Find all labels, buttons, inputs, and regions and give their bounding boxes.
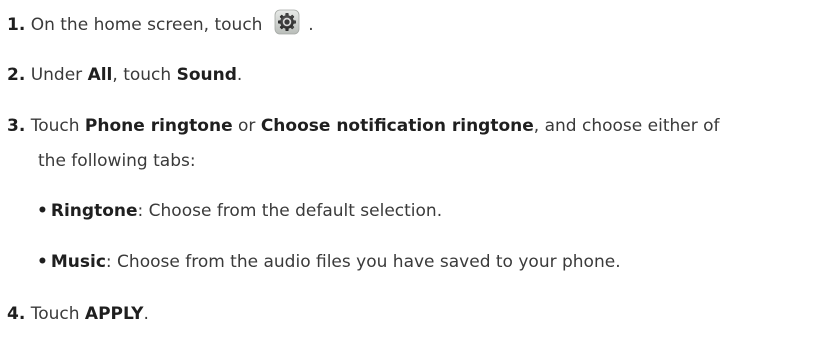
- bullet-music-label: Music: [50, 252, 106, 272]
- step-2-bold-sound: Sound: [176, 65, 237, 85]
- step-4: 4. Touch APPLY.: [7, 304, 149, 324]
- step-1-text: On the home screen, touch: [30, 15, 263, 35]
- step-1: 1. On the home screen, touch .: [7, 9, 314, 38]
- step-2: 2. Under All, touch Sound.: [7, 65, 242, 85]
- step-3: 3. Touch Phone ringtone or Choose notifi…: [7, 116, 720, 136]
- step-3-cont-text: the following tabs:: [38, 151, 196, 171]
- bullet-ringtone: • Ringtone: Choose from the default selec…: [37, 201, 442, 221]
- step-4-text-2: .: [143, 304, 149, 324]
- instruction-document: 1. On the home screen, touch . 2. Under …: [0, 0, 821, 344]
- step-3-text-3: , and choose either of: [533, 116, 720, 136]
- step-3-number: 3.: [7, 116, 26, 136]
- settings-gear-icon: [274, 9, 300, 35]
- step-4-number: 4.: [7, 304, 26, 324]
- step-2-bold-all: All: [87, 65, 113, 85]
- bullet-music-text: : Choose from the audio files you have s…: [105, 252, 621, 272]
- step-4-bold-apply: APPLY: [84, 304, 144, 324]
- bullet-music: • Music: Choose from the audio files you …: [37, 252, 621, 272]
- step-2-text-3: .: [236, 65, 243, 85]
- step-2-text-2: , touch: [112, 65, 177, 85]
- bullet-dot: •: [37, 252, 48, 272]
- bullet-ringtone-label: Ringtone: [50, 201, 138, 221]
- step-1-number: 1.: [7, 15, 26, 35]
- step-3-text-2: or: [232, 116, 261, 136]
- bullet-dot: •: [37, 201, 48, 221]
- step-2-number: 2.: [7, 65, 26, 85]
- step-3-bold-notification-ringtone: Choose notification ringtone: [260, 116, 534, 136]
- step-3-bold-phone-ringtone: Phone ringtone: [84, 116, 233, 136]
- step-1-period: .: [308, 15, 314, 35]
- step-2-text-1: Under: [30, 65, 88, 85]
- step-3-continuation: the following tabs:: [38, 151, 196, 171]
- step-3-text-1: Touch: [30, 116, 85, 136]
- bullet-ringtone-text: : Choose from the default selection.: [137, 201, 443, 221]
- step-4-text-1: Touch: [30, 304, 85, 324]
